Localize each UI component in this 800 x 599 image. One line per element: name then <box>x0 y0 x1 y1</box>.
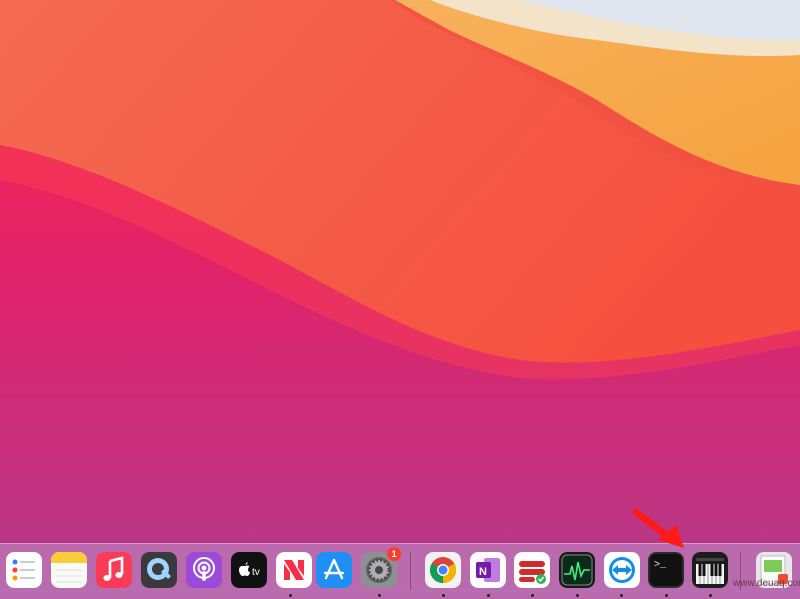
tv-label: tv <box>252 567 260 578</box>
dock-divider <box>410 552 411 590</box>
activity-monitor-icon[interactable] <box>559 552 595 588</box>
onenote-label: N <box>479 566 487 578</box>
quicktime-icon[interactable] <box>141 552 177 588</box>
apple-tv-icon[interactable]: tv <box>231 552 267 588</box>
running-indicator <box>442 594 445 597</box>
news-icon[interactable] <box>276 552 312 588</box>
running-indicator <box>665 594 668 597</box>
watermark: www.deuaq.com <box>733 578 800 589</box>
running-indicator <box>576 594 579 597</box>
piano-icon[interactable] <box>692 552 728 588</box>
terminal-prompt: >_ <box>654 560 667 571</box>
running-indicator <box>531 594 534 597</box>
terminal-icon[interactable]: >_ <box>648 552 684 588</box>
running-indicator <box>289 594 292 597</box>
notes-icon[interactable] <box>51 552 87 588</box>
notification-badge: 1 <box>387 547 401 561</box>
teamviewer-icon[interactable] <box>604 552 640 588</box>
running-indicator <box>378 594 381 597</box>
app-store-icon[interactable] <box>316 552 352 588</box>
running-indicator <box>620 594 623 597</box>
onenote-icon[interactable]: N <box>470 552 506 588</box>
music-icon[interactable] <box>96 552 132 588</box>
expressions-icon[interactable] <box>514 552 550 588</box>
podcasts-icon[interactable] <box>186 552 222 588</box>
running-indicator <box>487 594 490 597</box>
chrome-icon[interactable] <box>425 552 461 588</box>
reminders-icon[interactable] <box>6 552 42 588</box>
running-indicator <box>709 594 712 597</box>
annotation-arrow-icon <box>632 508 684 548</box>
